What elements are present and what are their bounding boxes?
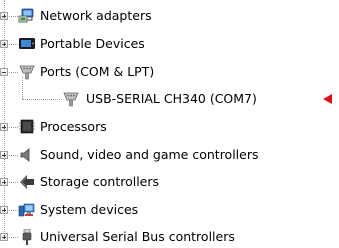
speaker-icon [20,148,30,162]
device-manager-tree: Network adapters Portable Devices Ports … [0,0,339,248]
processor-icon [19,119,35,134]
tree-connector [9,72,18,74]
usb-plug-icon [22,229,32,245]
usb-serial-port-icon [63,92,79,107]
tree-connector [9,182,18,184]
tree-item-system-devices[interactable]: System devices [0,200,339,220]
tree-connector [9,44,18,46]
expand-toggle[interactable] [0,123,8,131]
red-pointer-arrow-icon [323,94,332,104]
tree-item-network-adapters[interactable]: Network adapters [0,6,339,26]
tree-item-portable-devices[interactable]: Portable Devices [0,34,339,54]
tree-item-label: Ports (COM & LPT) [40,64,155,79]
tree-item-label: Storage controllers [40,174,160,189]
tree-item-storage-controllers[interactable]: Storage controllers [0,172,339,192]
expand-toggle[interactable] [0,12,8,20]
tree-item-ports[interactable]: Ports (COM & LPT) [0,62,339,82]
tree-item-processors[interactable]: Processors [0,117,339,137]
portable-device-icon [19,38,35,49]
tree-item-label: Sound, video and game controllers [40,147,259,162]
storage-controller-icon [20,175,34,189]
tree-connector [9,237,18,239]
expand-toggle[interactable] [0,206,8,214]
expand-toggle[interactable] [0,178,8,186]
collapse-toggle[interactable] [0,68,8,76]
tree-item-sound-video-game[interactable]: Sound, video and game controllers [0,145,339,165]
tree-connector [9,155,18,157]
expand-toggle[interactable] [0,40,8,48]
port-icon [19,65,35,80]
tree-item-label: Network adapters [40,8,152,23]
expand-toggle[interactable] [0,151,8,159]
tree-item-usb-serial-ch340[interactable]: USB-SERIAL CH340 (COM7) [0,89,339,109]
tree-connector [9,16,18,18]
tree-item-label: System devices [40,202,139,217]
tree-connector [9,210,18,212]
system-devices-icon [18,203,35,217]
network-adapter-icon [18,8,34,23]
tree-item-label: USB-SERIAL CH340 (COM7) [86,91,257,106]
tree-item-usb-controllers[interactable]: Universal Serial Bus controllers [0,227,339,247]
expand-toggle[interactable] [0,233,8,241]
tree-item-label: Processors [40,119,107,134]
tree-connector [9,127,18,129]
tree-item-label: Portable Devices [40,36,145,51]
tree-connector [22,99,62,101]
tree-item-label: Universal Serial Bus controllers [40,229,235,244]
